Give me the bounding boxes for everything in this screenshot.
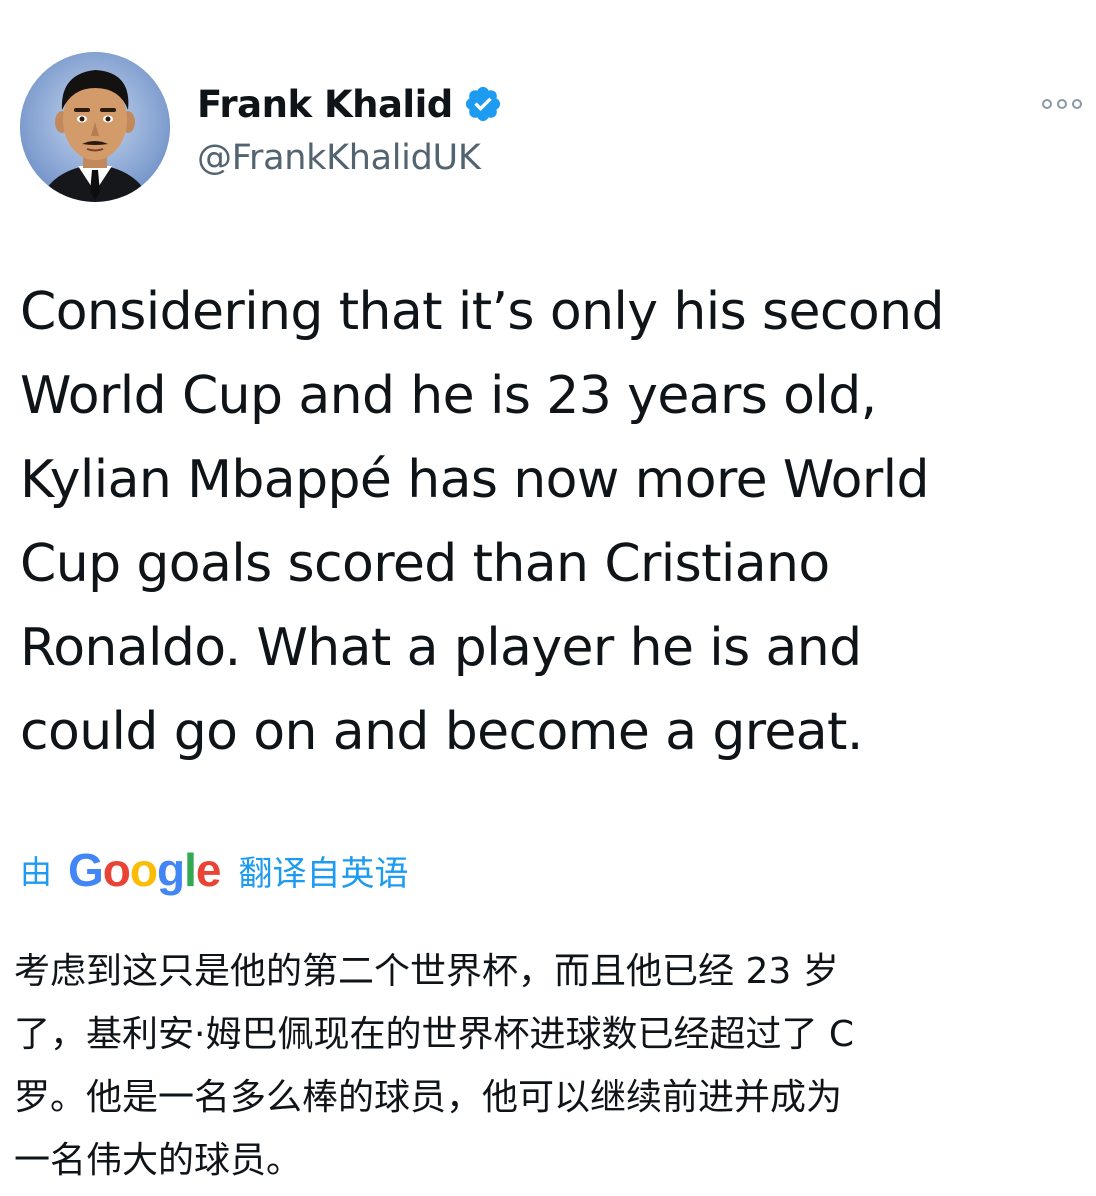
tweet-text-line: Kylian Mbappé has now more World — [20, 450, 930, 510]
more-options-icon — [1042, 99, 1082, 109]
google-logo-letter: g — [157, 844, 185, 896]
tweet-text-line: Considering that it’s only his second — [20, 282, 944, 342]
tweet-text-line: could go on and become a great. — [20, 702, 863, 762]
tweet-card: Frank Khalid @FrankKhalidUK Considering … — [0, 0, 1096, 1196]
google-logo: G o o g l e — [68, 843, 222, 897]
author-name-row: Frank Khalid — [197, 78, 503, 130]
tweet-text-line: Cup goals scored than Cristiano — [20, 534, 830, 594]
verified-badge-icon — [463, 84, 503, 124]
google-logo-letter: l — [184, 844, 197, 896]
translated-by-google-link[interactable]: 由 G o o g l e 翻译自英语 — [20, 840, 409, 900]
tweet-text-line: Ronaldo. What a player he is and — [20, 618, 862, 678]
google-logo-letter: e — [195, 844, 222, 896]
translated-text-line: 考虑到这只是他的第二个世界杯，而且他已经 23 岁 — [14, 951, 839, 992]
google-logo-letter: o — [129, 844, 158, 896]
more-options-button[interactable] — [1040, 94, 1084, 114]
translated-from-label: 翻译自英语 — [238, 853, 409, 894]
author-handle[interactable]: @FrankKhalidUK — [197, 138, 503, 178]
author-info: Frank Khalid @FrankKhalidUK — [197, 78, 503, 178]
translated-tweet-text: 考虑到这只是他的第二个世界杯，而且他已经 23 岁 了，基利安·姆巴佩现在的世界… — [14, 940, 1084, 1192]
tweet-text: Considering that it’s only his second Wo… — [20, 270, 1080, 774]
tweet-text-line: World Cup and he is 23 years old, — [20, 366, 877, 426]
translated-text-line: 罗。他是一名多么棒的球员，他可以继续前进并成为 — [14, 1077, 843, 1118]
author-display-name[interactable]: Frank Khalid — [197, 83, 453, 126]
google-logo-letter: G — [68, 844, 104, 896]
cartoon-man-avatar-icon — [20, 52, 170, 202]
translated-by-label: 由 — [20, 853, 53, 891]
translated-text-line: 了，基利安·姆巴佩现在的世界杯进球数已经超过了 C — [14, 1014, 855, 1055]
translated-text-line: 一名伟大的球员。 — [14, 1140, 303, 1181]
google-logo-letter: o — [102, 844, 131, 896]
author-avatar[interactable] — [20, 52, 170, 202]
